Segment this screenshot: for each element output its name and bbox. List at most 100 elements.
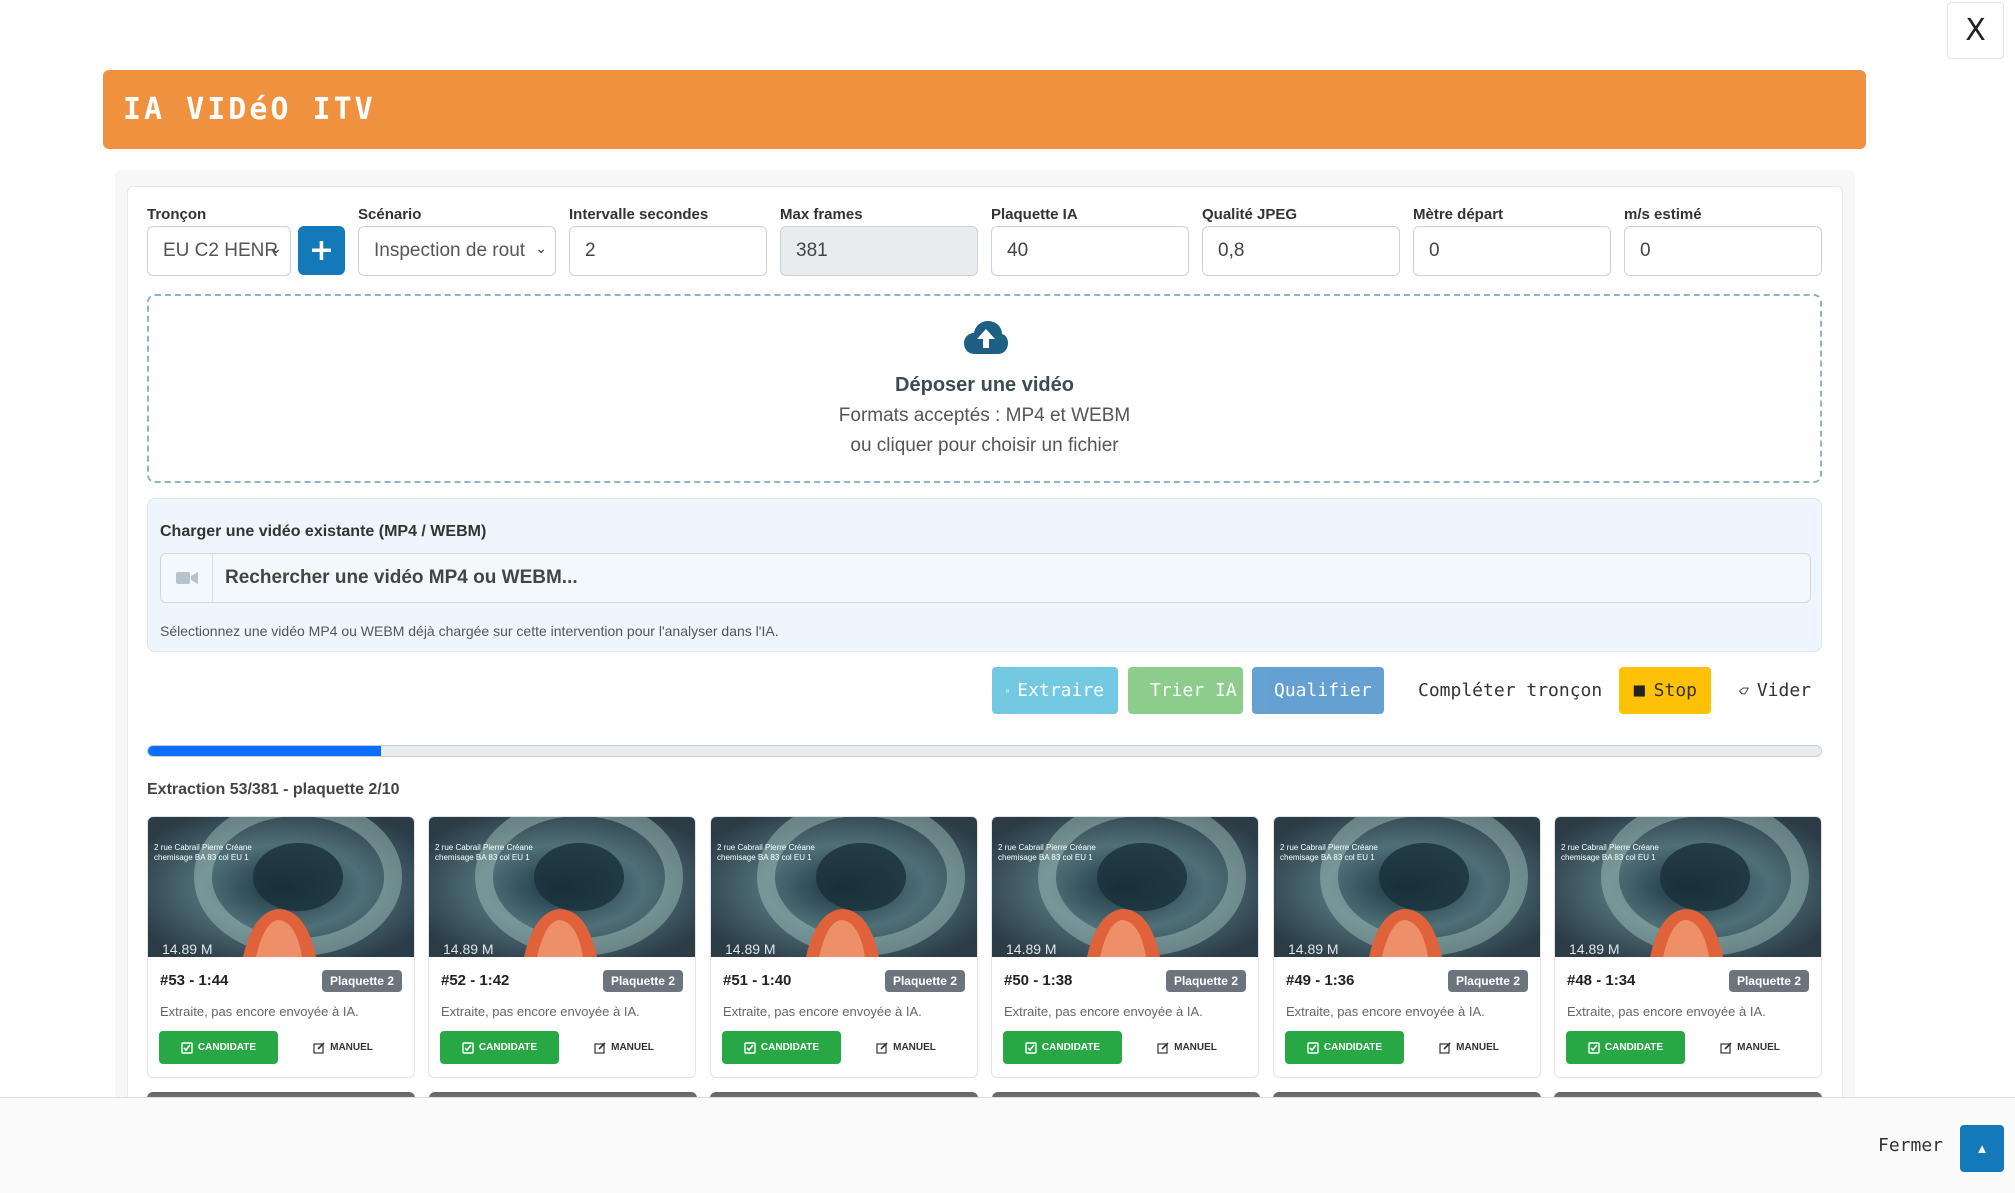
frame-grid: 2 rue Cabrail Pierre Créane chemisage BA …: [147, 816, 1823, 1096]
frame-status: Extraite, pas encore envoyée à IA.: [1286, 1004, 1485, 1019]
modal-title: IA VIDéO ITV: [123, 92, 376, 127]
frame-thumbnail[interactable]: 2 rue Cabrail Pierre Créane chemisage BA …: [1274, 817, 1540, 957]
manuel-button[interactable]: MANUEL: [861, 1031, 951, 1064]
plaquette-badge: Plaquette 2: [1165, 970, 1246, 992]
trier-ia-label: Trier IA: [1150, 680, 1237, 701]
frame-thumbnail[interactable]: 2 rue Cabrail Pierre Créane chemisage BA …: [148, 817, 414, 957]
plaquette-input[interactable]: 40: [991, 226, 1189, 276]
max-frames-label: Max frames: [780, 206, 863, 223]
modal-header: IA VIDéO ITV: [103, 70, 1866, 149]
troncon-select[interactable]: EU C2 HENR ⌄: [147, 226, 291, 276]
frame-card: 2 rue Cabrail Pierre Créane chemisage BA …: [991, 816, 1259, 1078]
frame-overlay-text: 2 rue Cabrail Pierre Créane chemisage BA …: [1561, 843, 1659, 863]
scenario-select[interactable]: Inspection de rout ⌄: [358, 226, 556, 276]
plaquette-badge: Plaquette 2: [1728, 970, 1809, 992]
frame-distance: 14.89 M: [443, 941, 494, 957]
cloud-upload-icon: [964, 321, 1008, 354]
edit-icon: [876, 1041, 888, 1054]
edit-icon: [594, 1041, 606, 1054]
candidate-label: CANDIDATE: [197, 1042, 257, 1053]
video-camera-icon: [161, 554, 213, 602]
check-square-icon: [181, 1041, 193, 1054]
manuel-button[interactable]: MANUEL: [298, 1031, 388, 1064]
plaquette-badge: Plaquette 2: [321, 970, 402, 992]
candidate-button[interactable]: CANDIDATE: [1566, 1031, 1685, 1064]
fermer-button[interactable]: Fermer: [1878, 1135, 1943, 1156]
frame-thumbnail[interactable]: 2 rue Cabrail Pierre Créane chemisage BA …: [992, 817, 1258, 957]
chevron-down-icon: ⌄: [270, 241, 282, 257]
eraser-icon: [1739, 687, 1749, 694]
video-dropzone[interactable]: Déposer une vidéo Formats acceptés : MP4…: [147, 294, 1822, 483]
extraire-label: Extraire: [1017, 680, 1104, 701]
overlay-line: chemisage BA 83 col EU 1: [998, 853, 1093, 862]
plaquette-badge: Plaquette 2: [1447, 970, 1528, 992]
overlay-line: 2 rue Cabrail Pierre Créane: [998, 843, 1096, 852]
overlay-line: chemisage BA 83 col EU 1: [1561, 853, 1656, 862]
close-window-button[interactable]: X: [1947, 2, 2004, 59]
stop-icon: [1633, 684, 1645, 697]
extraction-progress-bar: [147, 745, 1822, 757]
frame-thumbnail[interactable]: 2 rue Cabrail Pierre Créane chemisage BA …: [429, 817, 695, 957]
frame-distance: 14.89 M: [1006, 941, 1057, 957]
candidate-label: CANDIDATE: [1041, 1042, 1101, 1053]
metre-input[interactable]: 0: [1413, 226, 1611, 276]
frame-status: Extraite, pas encore envoyée à IA.: [160, 1004, 359, 1019]
qualite-input[interactable]: 0,8: [1202, 226, 1400, 276]
candidate-button[interactable]: CANDIDATE: [1003, 1031, 1122, 1064]
frame-distance: 14.89 M: [1288, 941, 1339, 957]
load-existing-panel: Charger une vidéo existante (MP4 / WEBM)…: [147, 498, 1822, 652]
frame-thumbnail[interactable]: 2 rue Cabrail Pierre Créane chemisage BA …: [1555, 817, 1821, 957]
manuel-button[interactable]: MANUEL: [1705, 1031, 1795, 1064]
ms-input[interactable]: 0: [1624, 226, 1822, 276]
troncon-value: EU C2 HENR: [163, 240, 279, 261]
overlay-line: 2 rue Cabrail Pierre Créane: [1280, 843, 1378, 852]
frame-card: 2 rue Cabrail Pierre Créane chemisage BA …: [428, 816, 696, 1078]
plaquette-badge: Plaquette 2: [602, 970, 683, 992]
manuel-button[interactable]: MANUEL: [1424, 1031, 1514, 1064]
qualite-label: Qualité JPEG: [1202, 206, 1298, 223]
trier-ia-button[interactable]: Trier IA: [1128, 667, 1243, 714]
candidate-label: CANDIDATE: [1323, 1042, 1383, 1053]
frame-overlay-text: 2 rue Cabrail Pierre Créane chemisage BA …: [154, 843, 252, 863]
frame-id: #52 - 1:42: [441, 972, 510, 989]
manuel-button[interactable]: MANUEL: [579, 1031, 669, 1064]
candidate-button[interactable]: CANDIDATE: [722, 1031, 841, 1064]
frame-id: #48 - 1:34: [1567, 972, 1636, 989]
dropzone-formats: Formats acceptés : MP4 et WEBM: [838, 405, 1131, 426]
progress-fill: [148, 746, 381, 756]
video-search-input[interactable]: Rechercher une vidéo MP4 ou WEBM...: [160, 553, 1811, 603]
metre-value: 0: [1429, 240, 1440, 261]
completer-troncon-button[interactable]: Compléter tronçon: [1396, 667, 1606, 714]
manuel-label: MANUEL: [1174, 1042, 1217, 1053]
scenario-label: Scénario: [358, 206, 422, 223]
overlay-line: chemisage BA 83 col EU 1: [1280, 853, 1375, 862]
check-square-icon: [1307, 1041, 1319, 1054]
vider-button[interactable]: Vider: [1725, 667, 1825, 714]
vider-label: Vider: [1756, 680, 1811, 701]
overlay-line: chemisage BA 83 col EU 1: [717, 853, 812, 862]
overlay-line: 2 rue Cabrail Pierre Créane: [1561, 843, 1659, 852]
modal-footer: Fermer ▲: [0, 1097, 2015, 1193]
candidate-label: CANDIDATE: [760, 1042, 820, 1053]
scroll-top-button[interactable]: ▲: [1960, 1125, 2004, 1172]
qualifier-button[interactable]: Qualifier: [1252, 667, 1384, 714]
manuel-label: MANUEL: [611, 1042, 654, 1053]
check-square-icon: [744, 1041, 756, 1054]
stop-button[interactable]: Stop: [1619, 667, 1711, 714]
candidate-button[interactable]: CANDIDATE: [1285, 1031, 1404, 1064]
candidate-button[interactable]: CANDIDATE: [159, 1031, 278, 1064]
candidate-button[interactable]: CANDIDATE: [440, 1031, 559, 1064]
video-search-placeholder: Rechercher une vidéo MP4 ou WEBM...: [225, 567, 578, 588]
ms-value: 0: [1640, 240, 1651, 261]
frame-id: #49 - 1:36: [1286, 972, 1355, 989]
extraire-button[interactable]: Extraire: [992, 667, 1118, 714]
candidate-label: CANDIDATE: [1604, 1042, 1664, 1053]
intervalle-input[interactable]: 2: [569, 226, 767, 276]
frame-distance: 14.89 M: [162, 941, 213, 957]
add-troncon-button[interactable]: +: [298, 226, 345, 275]
frame-thumbnail[interactable]: 2 rue Cabrail Pierre Créane chemisage BA …: [711, 817, 977, 957]
manuel-button[interactable]: MANUEL: [1142, 1031, 1232, 1064]
frame-card: 2 rue Cabrail Pierre Créane chemisage BA …: [147, 816, 415, 1078]
frame-distance: 14.89 M: [1569, 941, 1620, 957]
frame-overlay-text: 2 rue Cabrail Pierre Créane chemisage BA …: [998, 843, 1096, 863]
